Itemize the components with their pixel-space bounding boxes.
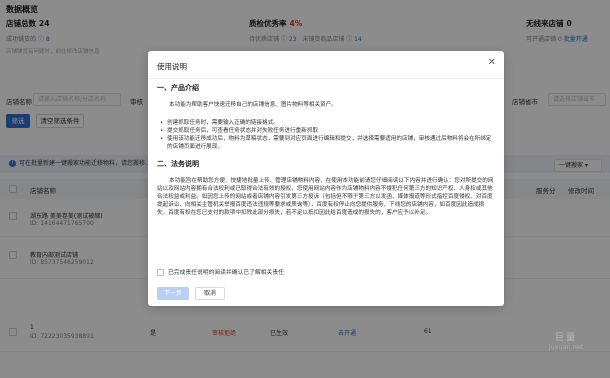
dialog-body: 一、产品介绍 本功能为帮助客户快速迁移自己的店铺信息、图片物料等相关资产。 创建… (157, 83, 495, 217)
usage-instructions-dialog: 使用说明 ✕ 一、产品介绍 本功能为帮助客户快速迁移自己的店铺信息、图片物料等相… (148, 51, 504, 306)
dialog-divider (148, 78, 504, 79)
bullet-item: 提交抓取任务后，可查看任务状态并对失败任务进行重新抓取 (157, 127, 495, 135)
section-legal-title: 二、法务说明 (157, 160, 199, 168)
watermark-cn: 巨量 (554, 333, 577, 343)
close-icon[interactable]: ✕ (488, 58, 496, 68)
agree-checkbox-row[interactable]: 已完成责任说明的阅读并确认已了解相关责任 (157, 267, 284, 276)
bullet-item: 使用该功能迁移成功后，物料为草稿状态，需要到对应页面进行编辑和提交，并选择需要适… (157, 135, 495, 151)
bullet-item: 创建抓取任务时，需要输入正确的链接格式。 (157, 119, 495, 127)
dialog-title: 使用说明 (157, 62, 187, 71)
section-legal-text: 本功能旨在帮助您方便、快捷地批量上传、管理店铺物料内容，在使用本功能前请您仔细阅… (157, 178, 494, 216)
agree-checkbox[interactable] (157, 269, 164, 276)
cancel-button[interactable]: 取消 (195, 287, 225, 300)
section-product-title: 一、产品介绍 (157, 84, 199, 92)
section-product-intro: 本功能为帮助客户快速迁移自己的店铺信息、图片物料等相关资产。 (169, 102, 337, 108)
watermark: 巨量 juxuan.net (528, 330, 604, 351)
agree-text: 已完成责任说明的阅读并确认已了解相关责任 (168, 270, 284, 276)
watermark-url: juxuan.net (548, 343, 584, 351)
next-button[interactable]: 下一步 (157, 287, 189, 300)
